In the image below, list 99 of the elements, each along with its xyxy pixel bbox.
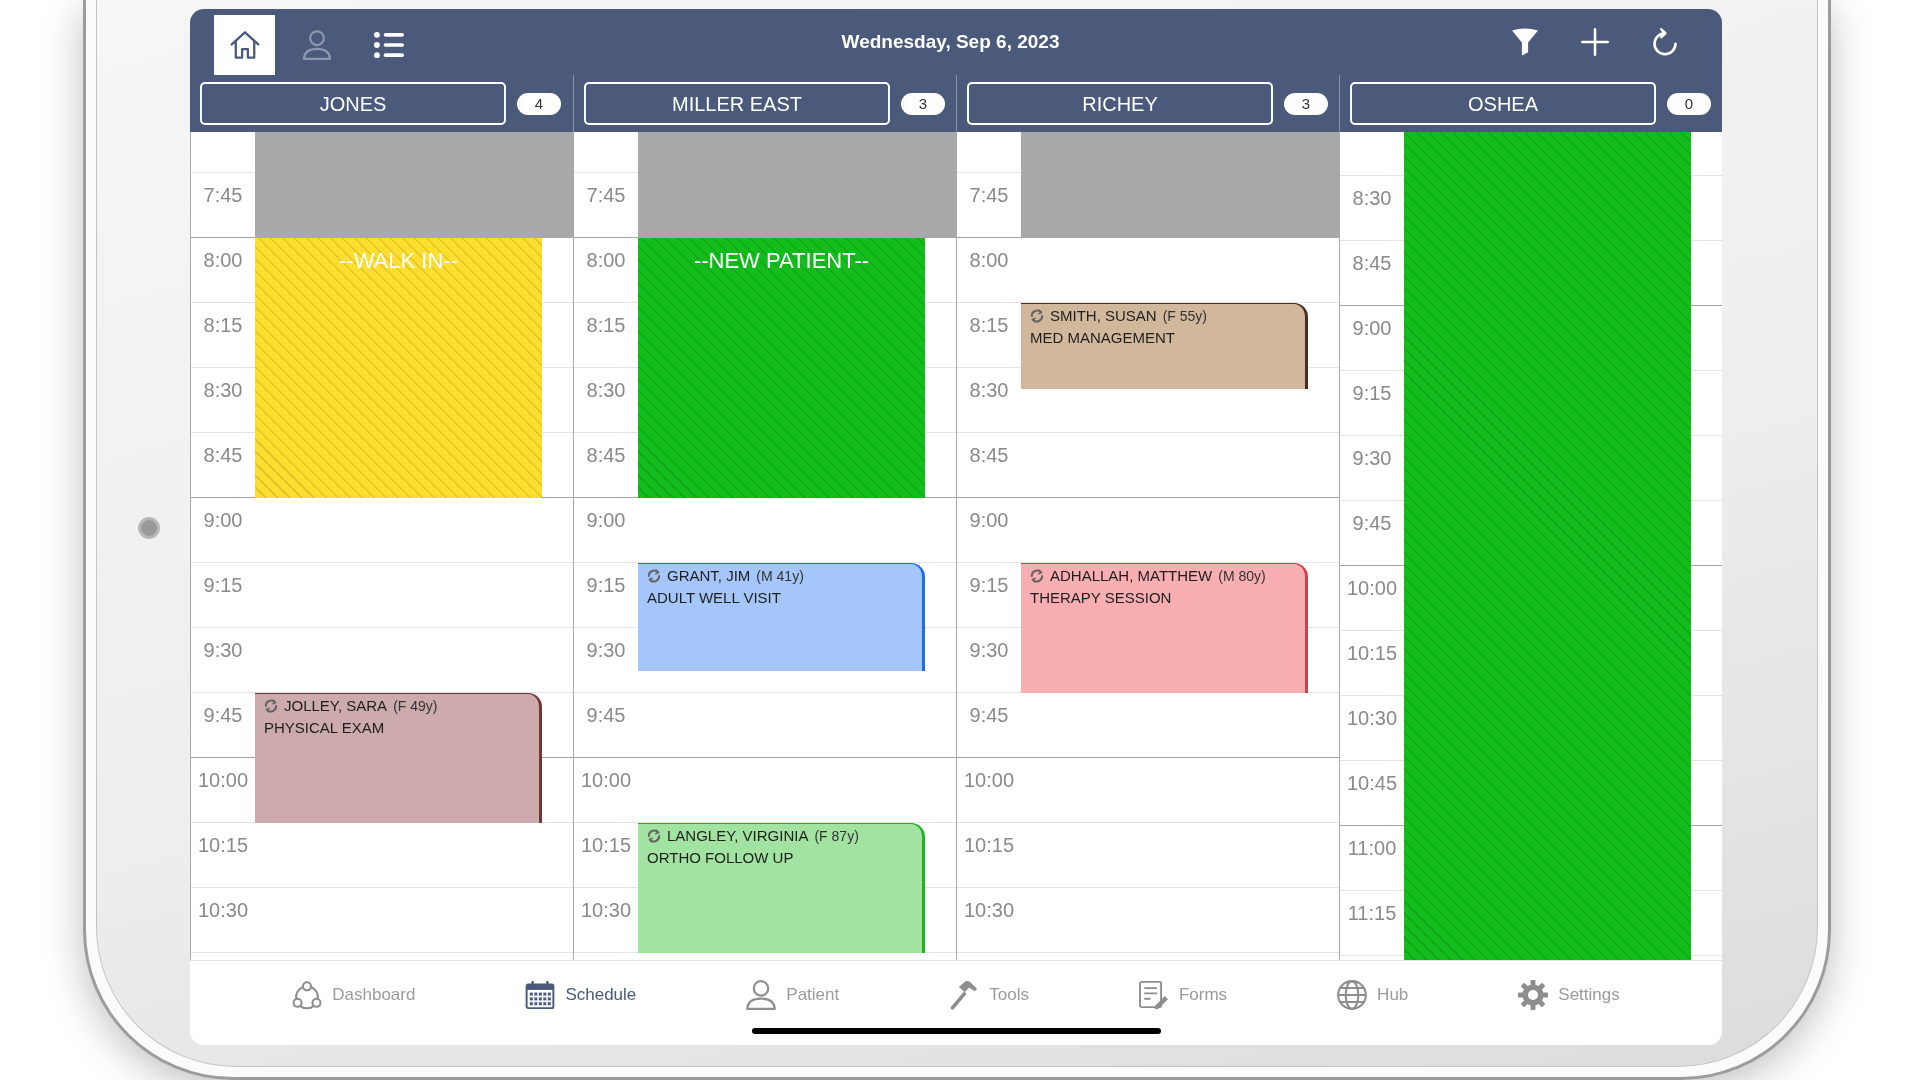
time-label: 9:30 xyxy=(1351,446,1393,470)
time-label: 10:30 xyxy=(962,897,1016,922)
appointment-card[interactable]: GRANT, JIM (M 41y) ADULT WELL VISIT xyxy=(638,562,925,672)
time-label: 7:45 xyxy=(202,182,244,207)
time-label: 10:30 xyxy=(196,897,250,922)
time-label: 8:45 xyxy=(968,442,1010,467)
time-label: 9:00 xyxy=(585,507,627,532)
patient-name: LANGLEY, VIRGINIA xyxy=(667,826,809,845)
count-badge: 0 xyxy=(1667,93,1711,115)
form-icon xyxy=(1138,979,1169,1010)
refresh-icon xyxy=(1651,28,1679,56)
patient-name: SMITH, SUSAN xyxy=(1050,306,1157,325)
block-label: --NEW PATIENT-- xyxy=(693,247,870,273)
time-label: 8:45 xyxy=(202,442,244,467)
appointment-card[interactable]: LANGLEY, VIRGINIA (F 87y) ORTHO FOLLOW UP xyxy=(638,822,925,953)
time-label: 10:30 xyxy=(579,897,633,922)
home-button[interactable] xyxy=(214,15,275,75)
time-label: 8:30 xyxy=(202,377,244,402)
time-label: 10:30 xyxy=(1345,706,1399,730)
time-label: 8:15 xyxy=(968,312,1010,337)
time-label: 11:00 xyxy=(1346,836,1398,860)
plus-icon xyxy=(1581,28,1609,56)
time-label: 9:15 xyxy=(968,572,1010,597)
globe-icon xyxy=(1337,979,1368,1010)
time-label: 8:30 xyxy=(585,377,627,402)
patient-name: ADHALLAH, MATTHEW xyxy=(1050,566,1213,585)
appointment-card[interactable]: SMITH, SUSAN (F 55y) MED MANAGEMENT xyxy=(1021,302,1308,389)
time-label: 10:00 xyxy=(962,767,1016,792)
count-badge: 3 xyxy=(901,93,945,115)
time-label: 8:30 xyxy=(1351,186,1393,210)
appointment-card[interactable]: JOLLEY, SARA (F 49y) PHYSICAL EXAM xyxy=(255,692,542,823)
block-label: --WALK IN-- xyxy=(339,247,458,273)
network-icon xyxy=(292,979,323,1010)
hammer-icon xyxy=(949,979,980,1010)
time-label: 7:45 xyxy=(968,182,1010,207)
sync-icon xyxy=(1030,568,1044,583)
provider-button[interactable]: MILLER EAST xyxy=(584,82,890,125)
time-label: 9:15 xyxy=(202,572,244,597)
visit-reason: ADULT WELL VISIT xyxy=(647,588,781,607)
time-label: 9:00 xyxy=(968,507,1010,532)
patient-demographics: (M 41y) xyxy=(756,566,804,585)
sync-icon xyxy=(264,698,278,713)
time-label: 9:45 xyxy=(202,702,244,727)
home-icon xyxy=(229,30,260,60)
settings-icon xyxy=(1518,979,1549,1010)
sync-icon xyxy=(1030,308,1044,323)
list-icon xyxy=(373,30,404,60)
sync-icon xyxy=(647,828,661,843)
time-label: 8:30 xyxy=(968,377,1010,402)
time-label: 8:15 xyxy=(202,312,244,337)
count-badge: 3 xyxy=(1284,93,1328,115)
time-label: 9:15 xyxy=(1351,381,1393,405)
time-label: 8:45 xyxy=(1351,251,1393,275)
time-label: 10:15 xyxy=(1345,641,1399,665)
appointment-card[interactable]: ADHALLAH, MATTHEW (M 80y) THERAPY SESSION xyxy=(1021,562,1308,693)
time-label: 9:45 xyxy=(1351,511,1393,535)
time-label: 9:30 xyxy=(202,637,244,662)
person-icon xyxy=(746,979,777,1010)
time-label: 10:00 xyxy=(1345,576,1399,600)
filter-icon xyxy=(1511,28,1539,56)
time-label: 9:45 xyxy=(968,702,1010,727)
time-label: 9:15 xyxy=(585,572,627,597)
patient-name: JOLLEY, SARA xyxy=(284,696,388,715)
time-label: 9:30 xyxy=(585,637,627,662)
patient-name: GRANT, JIM xyxy=(667,566,751,585)
time-label: 10:15 xyxy=(196,832,250,857)
time-label: 10:45 xyxy=(1345,771,1399,795)
visit-reason: THERAPY SESSION xyxy=(1030,588,1172,607)
sync-icon xyxy=(647,568,661,583)
time-label: 9:00 xyxy=(1351,316,1393,340)
time-label: 11:15 xyxy=(1346,901,1398,925)
provider-button[interactable]: OSHEA xyxy=(1350,82,1656,125)
patient-demographics: (F 87y) xyxy=(814,826,859,845)
time-label: 8:00 xyxy=(968,247,1010,272)
patient-demographics: (F 49y) xyxy=(393,696,438,715)
tab-bar-item[interactable]: Schedule xyxy=(525,979,637,1010)
provider-button[interactable]: RICHEY xyxy=(967,82,1273,125)
visit-reason: PHYSICAL EXAM xyxy=(264,718,385,737)
time-label: 8:00 xyxy=(202,247,244,272)
time-label: 9:45 xyxy=(585,702,627,727)
date-title: Wednesday, Sep 6, 2023 xyxy=(841,29,1060,54)
time-label: 9:30 xyxy=(968,637,1010,662)
time-label: 10:15 xyxy=(962,832,1016,857)
patient-demographics: (M 80y) xyxy=(1218,566,1266,585)
calendar-icon xyxy=(525,979,556,1010)
visit-reason: MED MANAGEMENT xyxy=(1030,328,1175,347)
time-label: 10:00 xyxy=(196,767,250,792)
time-label: 10:15 xyxy=(579,832,633,857)
visit-reason: ORTHO FOLLOW UP xyxy=(647,848,794,867)
patient-demographics: (F 55y) xyxy=(1162,306,1208,325)
time-label: 8:00 xyxy=(585,247,627,272)
count-badge: 4 xyxy=(517,93,561,115)
person-icon xyxy=(301,30,332,60)
time-label: 7:45 xyxy=(585,182,627,207)
time-label: 8:45 xyxy=(585,442,627,467)
time-label: 8:15 xyxy=(585,312,627,337)
provider-button[interactable]: JONES xyxy=(200,82,506,125)
time-label: 10:00 xyxy=(579,767,633,792)
time-label: 9:00 xyxy=(202,507,244,532)
